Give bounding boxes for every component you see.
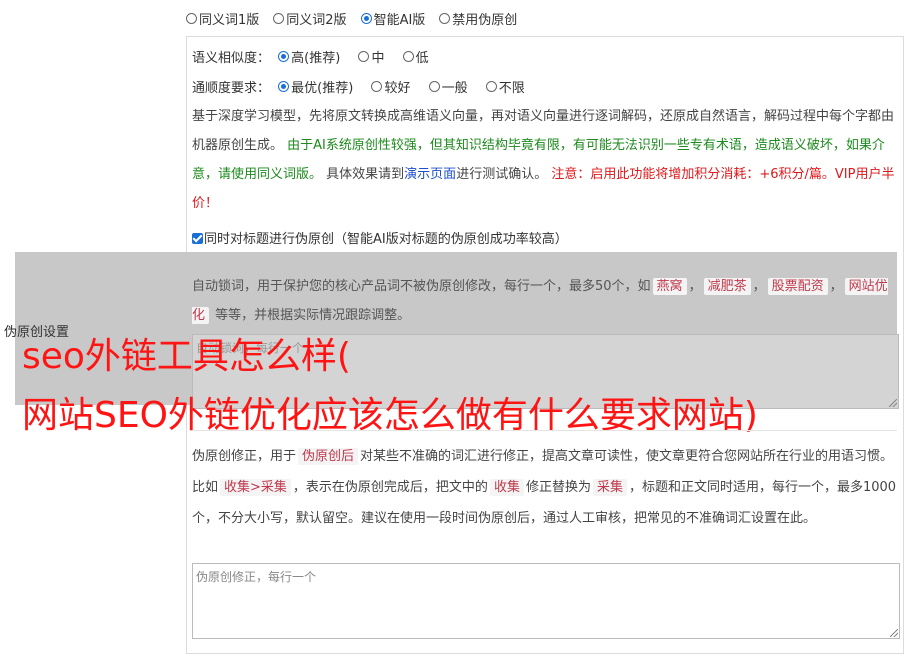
radio-icon[interactable] [186,13,197,24]
demo-page-link[interactable]: 演示页面 [404,167,456,182]
checkbox-checked-icon[interactable] [192,233,203,244]
radio-icon[interactable] [439,13,451,24]
title-checkbox-label: 同时对标题进行伪原创（智能AI版对标题的伪原创成功率较高） [204,232,568,247]
option-label: 一般 [441,81,468,96]
option-label: 较好 [384,81,411,96]
overlay-title-line1: seo外链工具怎么样( [22,336,351,377]
radio-icon[interactable] [402,51,414,62]
radio-selected-icon[interactable] [360,13,372,24]
option-label: 不限 [498,81,525,96]
fluency-row: 通顺度要求： 最优(推荐) 较好 一般 不限 [192,77,539,96]
example-tag: 股票配资 [767,278,828,295]
radio-selected-icon[interactable] [278,81,290,92]
overlay-title-line2: 网站SEO外链优化应该怎么做有什么要求网站) [22,395,758,436]
description-text: 进行测试确认。 [456,167,548,182]
example-tag: 收集 [489,479,524,496]
mode-option-synonym2[interactable]: 同义词2版 [273,9,347,28]
example-tag: 收集>采集 [220,479,291,496]
description-text: 具体效果请到 [326,167,405,182]
correction-text: ，表示在伪原创完成后，把文中的 [292,480,488,495]
lock-words-description: 自动锁词，用于保护您的核心产品词不被伪原创修改，每行一个，最多50个，如 燕窝，减… [192,278,888,324]
correction-text: 修正替换为 [525,480,591,495]
lock-words-text: 自动锁词，用于保护您的核心产品词不被伪原创修改，每行一个，最多50个，如 [192,279,651,294]
mode-option-ai[interactable]: 智能AI版 [360,9,426,28]
textarea-placeholder: 伪原创修正，每行一个 [196,570,317,584]
correction-description: 伪原创修正，用于 伪原创后 对某些不准确的词汇进行修正，提高文章可读性，使文章更符合… [192,441,902,534]
option-label: 中 [371,51,385,66]
radio-icon[interactable] [358,51,370,62]
mode-radio-group: 同义词1版 同义词2版 智能AI版 禁用伪原创 [186,9,531,28]
fluency-label: 通顺度要求： [192,81,271,96]
radio-icon[interactable] [371,81,383,92]
similarity-option-mid[interactable]: 中 [358,47,384,66]
similarity-option-low[interactable]: 低 [402,47,429,66]
radio-icon[interactable] [273,13,285,24]
fluency-option-any[interactable]: 不限 [485,77,525,96]
similarity-option-high[interactable]: 高(推荐) [278,47,340,66]
resize-grip-icon[interactable] [889,399,897,407]
correction-textarea[interactable]: 伪原创修正，每行一个 [192,563,900,639]
example-tag: 减肥茶 [703,278,751,295]
radio-selected-icon[interactable] [278,51,290,62]
ai-description: 基于深度学习模型，先将原文转换成高维语义向量，再对语义向量进行逐词解码，还原成自… [192,102,902,218]
mode-option-label: 同义词1版 [199,13,260,28]
divider [192,430,897,431]
example-tag: 燕窝 [652,278,687,295]
correction-text: 伪原创修正，用于 [192,449,297,464]
example-tag: 伪原创后 [298,448,359,465]
mode-option-disable[interactable]: 禁用伪原创 [439,9,517,28]
option-label: 高(推荐) [291,51,341,66]
radio-icon[interactable] [485,81,497,92]
fluency-option-best[interactable]: 最优(推荐) [278,77,353,96]
fluency-option-normal[interactable]: 一般 [428,77,468,96]
similarity-row: 语义相似度： 高(推荐) 中 低 [192,47,443,66]
mode-option-synonym1[interactable]: 同义词1版 [186,9,259,28]
radio-icon[interactable] [428,81,440,92]
resize-grip-icon[interactable] [890,629,898,637]
mode-option-label: 智能AI版 [373,13,426,28]
lock-words-text: 等等，并根据实际情况跟踪调整。 [215,308,411,323]
fluency-option-good[interactable]: 较好 [371,77,410,96]
similarity-label: 语义相似度： [192,51,271,66]
example-tag: 采集 [592,479,627,496]
mode-option-label: 同义词2版 [286,13,347,28]
option-label: 最优(推荐) [291,81,354,96]
option-label: 低 [415,51,429,66]
mode-option-label: 禁用伪原创 [452,13,518,28]
title-checkbox-row[interactable]: 同时对标题进行伪原创（智能AI版对标题的伪原创成功率较高） [192,228,568,247]
